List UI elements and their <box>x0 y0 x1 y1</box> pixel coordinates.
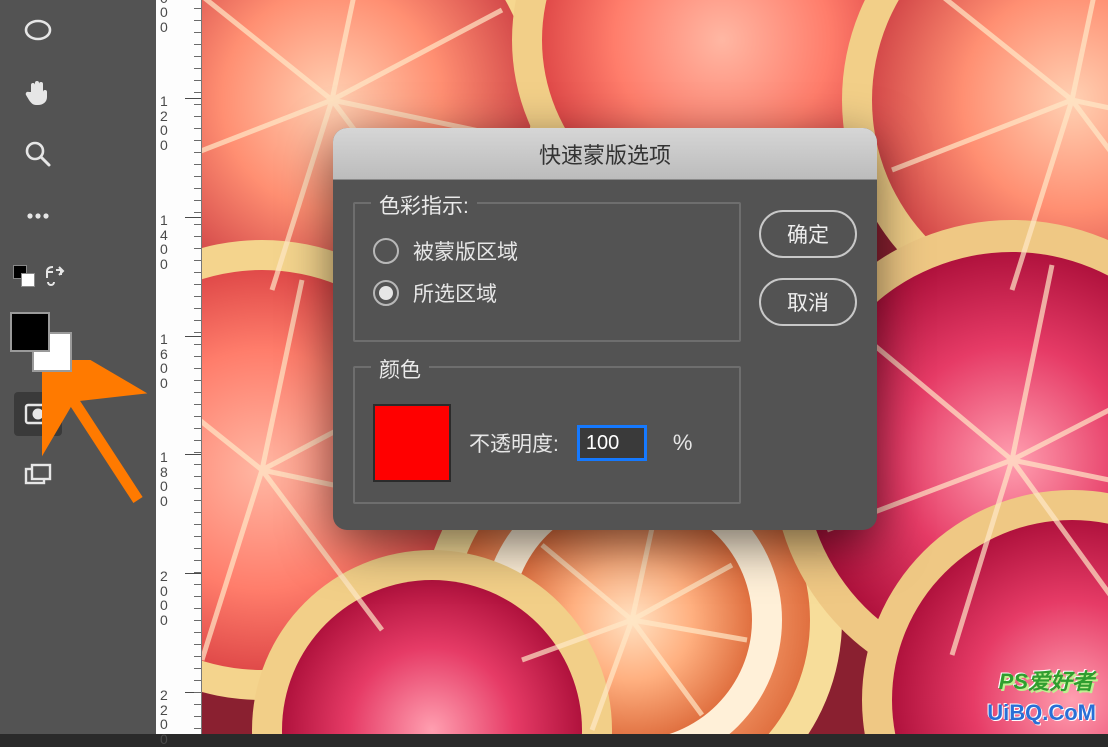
foreground-color-swatch[interactable] <box>10 312 50 352</box>
ellipse-tool[interactable] <box>14 8 62 52</box>
color-indicates-legend: 色彩指示: <box>371 190 477 220</box>
ruler-label: 1600 <box>160 332 168 391</box>
more-tools[interactable] <box>14 194 62 238</box>
ruler-label: 1800 <box>160 450 168 509</box>
radio-selected-label: 所选区域 <box>413 278 497 308</box>
quick-mask-mode-button[interactable] <box>14 392 62 436</box>
zoom-tool[interactable] <box>14 132 62 176</box>
cancel-button-label: 取消 <box>787 287 829 317</box>
foreground-background-colors[interactable] <box>10 312 66 368</box>
ruler-label: 1400 <box>160 213 168 272</box>
hand-tool[interactable] <box>14 70 62 114</box>
ruler-label: 2000 <box>160 569 168 628</box>
color-controls <box>8 260 68 300</box>
opacity-label: 不透明度: <box>469 428 559 458</box>
mask-color-swatch[interactable] <box>373 404 451 482</box>
quick-mask-options-dialog: 快速蒙版选项 色彩指示: 被蒙版区域 所选区域 颜色 不透明度: <box>333 128 877 530</box>
radio-masked-label: 被蒙版区域 <box>413 236 518 266</box>
ruler-label: 1000 <box>160 0 168 35</box>
watermark-text-2: UiBQ.CoM <box>987 700 1096 726</box>
ruler-label: 1200 <box>160 94 168 153</box>
color-indicates-group: 色彩指示: 被蒙版区域 所选区域 <box>353 202 741 342</box>
vertical-ruler: 1000120014001600180020002200 <box>156 0 202 734</box>
default-colors-icon[interactable] <box>10 262 36 288</box>
toolbar-gap <box>76 0 156 734</box>
radio-icon <box>373 280 399 306</box>
radio-selected-areas[interactable]: 所选区域 <box>373 278 721 308</box>
ok-button[interactable]: 确定 <box>759 210 857 258</box>
cancel-button[interactable]: 取消 <box>759 278 857 326</box>
color-legend: 颜色 <box>371 354 429 384</box>
dialog-title: 快速蒙版选项 <box>333 128 877 180</box>
opacity-input[interactable] <box>577 425 647 461</box>
watermark-text-1: PS爱好者 <box>999 664 1094 696</box>
radio-masked-areas[interactable]: 被蒙版区域 <box>373 236 721 266</box>
left-toolbar <box>0 0 76 734</box>
swap-colors-icon[interactable] <box>42 264 66 293</box>
color-group: 颜色 不透明度: % <box>353 366 741 504</box>
screen-mode-button[interactable] <box>14 454 62 498</box>
ruler-label: 2200 <box>160 688 168 747</box>
dialog-title-text: 快速蒙版选项 <box>539 138 671 170</box>
ok-button-label: 确定 <box>787 219 829 249</box>
opacity-unit: % <box>673 430 693 456</box>
radio-icon <box>373 238 399 264</box>
